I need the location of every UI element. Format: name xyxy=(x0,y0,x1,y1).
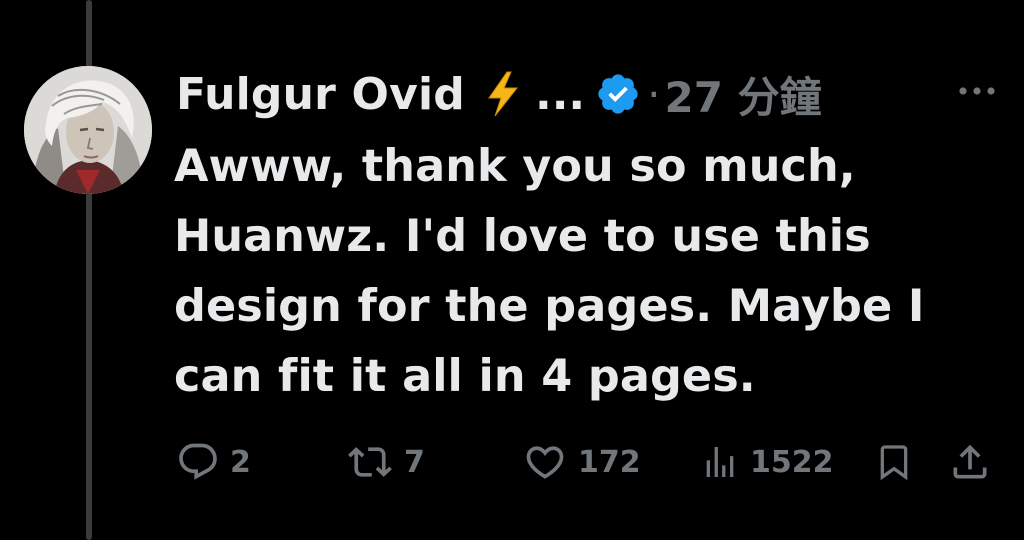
more-options-button[interactable] xyxy=(952,76,1002,106)
repost-count: 7 xyxy=(404,444,425,480)
share-button[interactable] xyxy=(948,440,992,484)
tweet-header: Fulgur Ovid ... · 27 分鐘 xyxy=(176,64,822,124)
views-icon xyxy=(706,447,734,477)
tweet-text: Awww, thank you so much, Huanwz. I'd lov… xyxy=(174,141,925,402)
reply-button[interactable]: 2 xyxy=(176,440,251,484)
reply-count: 2 xyxy=(230,444,251,480)
bookmark-icon xyxy=(880,445,908,481)
timestamp[interactable]: 27 分鐘 xyxy=(665,64,822,125)
heart-icon xyxy=(526,446,564,479)
views-button[interactable]: 1522 xyxy=(700,440,834,484)
repost-icon xyxy=(348,447,392,477)
reply-icon xyxy=(179,443,217,480)
bookmark-button[interactable] xyxy=(874,440,914,484)
share-icon xyxy=(953,444,987,479)
name-truncation: ... xyxy=(534,68,586,120)
verified-badge-icon[interactable] xyxy=(595,71,641,117)
high-voltage-emoji-icon xyxy=(485,70,521,118)
repost-button[interactable]: 7 xyxy=(346,440,425,484)
more-horizontal-icon xyxy=(959,87,995,95)
meta-separator: · xyxy=(647,69,661,119)
like-count: 172 xyxy=(578,444,641,480)
avatar[interactable] xyxy=(24,66,152,194)
like-button[interactable]: 172 xyxy=(522,440,641,484)
avatar-illustration xyxy=(24,66,152,194)
views-count: 1522 xyxy=(750,444,834,480)
author-display-name[interactable]: Fulgur Ovid xyxy=(176,69,465,120)
